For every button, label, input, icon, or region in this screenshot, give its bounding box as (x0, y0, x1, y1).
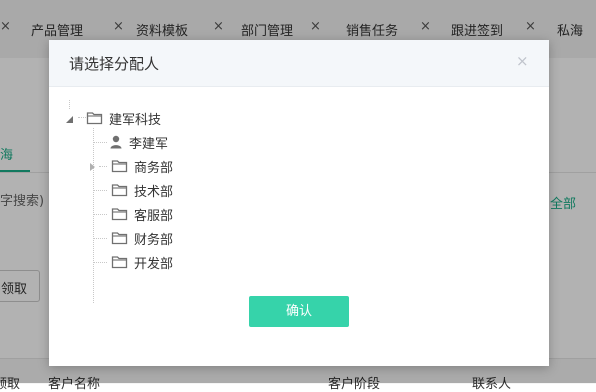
confirm-button[interactable]: 确认 (249, 296, 349, 327)
dialog-title: 请选择分配人 (69, 55, 160, 73)
folder-icon (111, 159, 128, 173)
tree-node-department[interactable]: 技术部 (111, 180, 173, 200)
org-tree: 建军科技 李建军 商务部 技术部 客服部 财务部 开发部 (49, 86, 549, 303)
tree-node-department[interactable]: 客服部 (111, 204, 173, 224)
folder-open-icon (86, 111, 103, 125)
tree-node-label: 李建军 (129, 136, 169, 152)
tree-node-label: 技术部 (134, 184, 174, 200)
folder-icon (111, 255, 128, 269)
tree-node-label: 开发部 (134, 256, 174, 272)
tree-connector (93, 238, 107, 239)
tree-connector (93, 142, 107, 143)
tree-connector (93, 190, 107, 191)
folder-icon (111, 183, 128, 197)
dialog-header: 请选择分配人 × (49, 40, 549, 87)
tree-node-label: 商务部 (134, 160, 174, 176)
folder-icon (111, 231, 128, 245)
folder-icon (111, 207, 128, 221)
tree-connector (93, 214, 107, 215)
tree-node-label: 客服部 (134, 208, 174, 224)
tree-node-department[interactable]: 财务部 (111, 228, 173, 248)
tree-node-label: 建军科技 (109, 112, 162, 128)
caret-right-icon[interactable] (89, 161, 97, 171)
tree-node-label: 财务部 (134, 232, 174, 248)
tree-root-company[interactable]: 建军科技 (64, 108, 161, 128)
tree-node-department[interactable]: 商务部 (89, 156, 173, 176)
tree-connector (93, 128, 94, 303)
user-icon (109, 135, 123, 149)
tree-node-user[interactable]: 李建军 (109, 132, 168, 152)
tree-node-department[interactable]: 开发部 (111, 252, 173, 272)
close-icon[interactable]: × (516, 52, 529, 70)
assign-person-dialog: 请选择分配人 × 建军科技 李建军 商务部 技术部 客服部 财务部 开发部 确认 (49, 40, 549, 366)
tree-connector (93, 262, 107, 263)
caret-down-icon[interactable] (64, 113, 74, 123)
